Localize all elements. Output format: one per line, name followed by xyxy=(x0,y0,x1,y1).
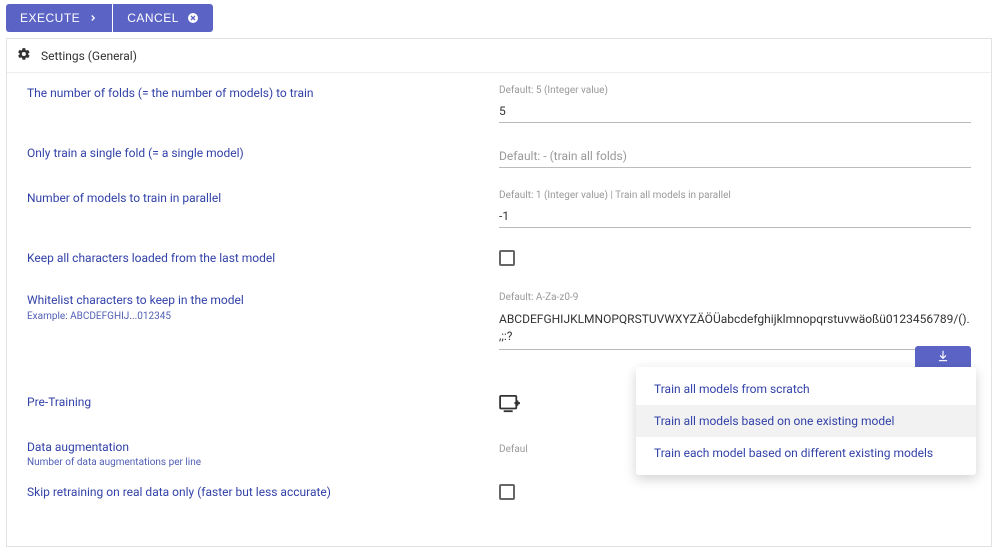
keep-chars-checkbox[interactable] xyxy=(499,250,515,266)
folds-hint: Default: 5 (Integer value) xyxy=(499,85,971,96)
folds-input[interactable] xyxy=(499,100,971,123)
augmentation-sublabel: Number of data augmentations per line xyxy=(27,457,483,468)
dropdown-item-different-existing[interactable]: Train each model based on different exis… xyxy=(636,437,976,469)
folds-label: The number of folds (= the number of mod… xyxy=(27,85,483,102)
execute-button[interactable]: EXECUTE xyxy=(6,4,112,32)
panel-title: Settings (General) xyxy=(41,49,137,63)
execute-label: EXECUTE xyxy=(20,11,80,25)
whitelist-hint: Default: A-Za-z0-9 xyxy=(499,292,971,303)
download-icon xyxy=(936,349,950,367)
whitelist-label: Whitelist characters to keep in the mode… xyxy=(27,292,483,309)
gear-icon xyxy=(17,47,31,64)
parallel-hint: Default: 1 (Integer value) | Train all m… xyxy=(499,190,971,201)
close-circle-icon xyxy=(187,12,199,24)
add-model-icon[interactable] xyxy=(499,394,521,414)
skip-retrain-label: Skip retraining on real data only (faste… xyxy=(27,484,483,501)
augmentation-hint: Defaul xyxy=(499,444,528,455)
pretraining-dropdown: Train all models from scratch Train all … xyxy=(636,367,976,475)
cancel-label: CANCEL xyxy=(127,11,179,25)
single-fold-label: Only train a single fold (= a single mod… xyxy=(27,145,483,162)
single-fold-input[interactable] xyxy=(499,145,971,168)
whitelist-input[interactable] xyxy=(499,307,971,350)
pretraining-label: Pre-Training xyxy=(27,394,483,411)
skip-retrain-checkbox[interactable] xyxy=(499,484,515,500)
cancel-button[interactable]: CANCEL xyxy=(113,4,213,32)
parallel-label: Number of models to train in parallel xyxy=(27,190,483,207)
parallel-input[interactable] xyxy=(499,205,971,228)
panel-header: Settings (General) xyxy=(7,39,991,73)
chevron-right-icon xyxy=(88,13,98,23)
augmentation-label: Data augmentation xyxy=(27,439,483,456)
dropdown-item-one-existing[interactable]: Train all models based on one existing m… xyxy=(636,405,976,437)
keep-chars-label: Keep all characters loaded from the last… xyxy=(27,250,483,267)
whitelist-sublabel: Example: ABCDEFGHIJ...012345 xyxy=(27,311,483,322)
dropdown-item-scratch[interactable]: Train all models from scratch xyxy=(636,373,976,405)
